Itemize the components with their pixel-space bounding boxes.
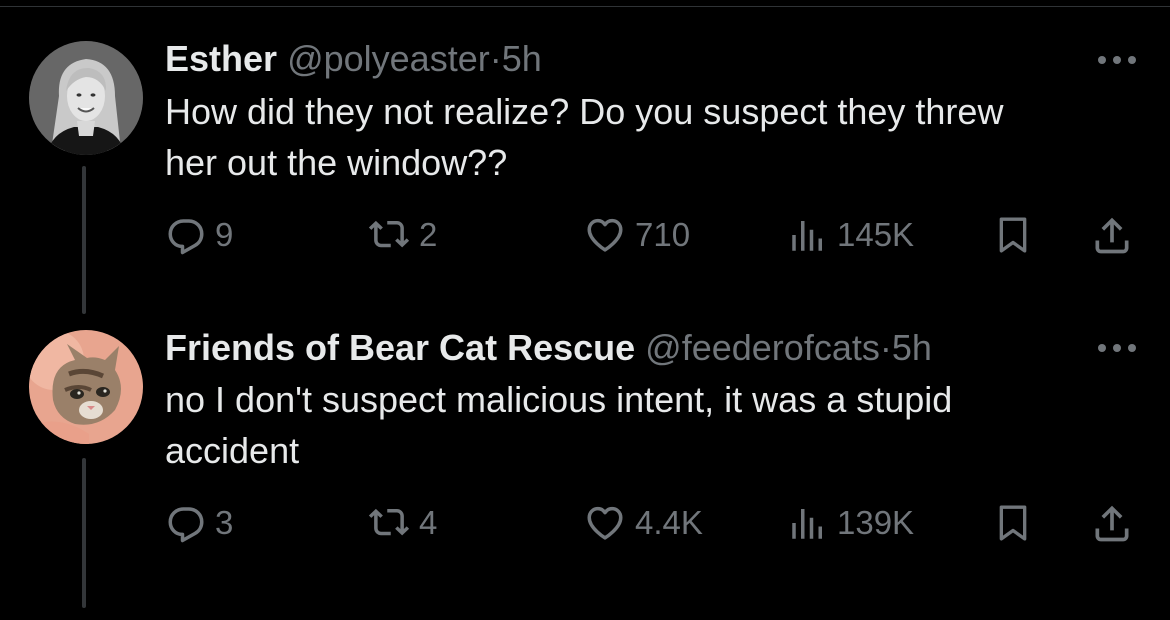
ellipsis-icon: [1098, 344, 1136, 352]
kitten-avatar-icon: [29, 330, 143, 444]
tweet-text-line: How did they not realize? Do you suspect…: [165, 91, 1004, 132]
tweet-text-line: accident: [165, 430, 300, 471]
tweet-text-line: her out the window??: [165, 142, 508, 183]
more-options-button[interactable]: [1092, 45, 1142, 75]
separator-dot: ·: [489, 38, 502, 79]
speech-bubble-icon: [168, 507, 204, 543]
ellipsis-icon: [1098, 56, 1136, 64]
avatar[interactable]: [29, 330, 143, 444]
share-button[interactable]: [1090, 500, 1134, 546]
like-count: 4.4K: [635, 504, 703, 541]
reply-count: 3: [215, 504, 234, 541]
timestamp[interactable]: 5h: [892, 327, 932, 368]
user-handle[interactable]: @feederofcats: [645, 327, 880, 368]
bookmark-button[interactable]: [993, 212, 1033, 258]
heart-icon: [587, 218, 623, 252]
tweet-text: no I don't suspect malicious intent, it …: [165, 374, 1125, 476]
tweet-header: Friends of Bear Cat Rescue @feederofcats…: [165, 326, 932, 370]
repost-arrows-icon: [368, 508, 410, 536]
bookmark-icon: [999, 217, 1027, 253]
tweet-esther[interactable]: Esther @polyeaster·5h How did they not r…: [0, 0, 1170, 320]
reply-button[interactable]: 3: [165, 500, 233, 546]
like-count: 710: [635, 216, 691, 253]
heart-icon: [587, 506, 623, 540]
thread-line: [82, 458, 86, 608]
woman-portrait-avatar-icon: [29, 41, 143, 155]
view-count: 145K: [837, 216, 915, 253]
avatar[interactable]: [29, 41, 143, 155]
like-button[interactable]: 710: [583, 212, 690, 258]
repost-arrows-icon: [368, 220, 410, 248]
tweet-text: How did they not realize? Do you suspect…: [165, 86, 1125, 188]
thread-line: [82, 166, 86, 314]
tweet-text-line: no I don't suspect malicious intent, it …: [165, 379, 953, 420]
bar-chart-icon: [792, 221, 822, 251]
separator-dot: ·: [879, 327, 892, 368]
view-count: 139K: [837, 504, 915, 541]
share-upload-icon: [1095, 217, 1129, 254]
reply-button[interactable]: 9: [165, 212, 233, 258]
timestamp[interactable]: 5h: [502, 38, 542, 79]
repost-count: 4: [419, 504, 438, 541]
speech-bubble-icon: [168, 219, 204, 255]
repost-count: 2: [419, 216, 438, 253]
user-handle[interactable]: @polyeaster: [287, 38, 490, 79]
tweet-header: Esther @polyeaster·5h: [165, 37, 542, 81]
action-bar: 3 4 4.4K 139K: [165, 500, 1145, 546]
like-button[interactable]: 4.4K: [583, 500, 703, 546]
bookmark-button[interactable]: [993, 500, 1033, 546]
repost-button[interactable]: 2: [367, 212, 437, 258]
bar-chart-icon: [792, 509, 822, 539]
display-name[interactable]: Esther: [165, 38, 277, 79]
repost-button[interactable]: 4: [367, 500, 437, 546]
tweet-friends-of-bear-cat-rescue[interactable]: Friends of Bear Cat Rescue @feederofcats…: [0, 320, 1170, 620]
share-button[interactable]: [1090, 212, 1134, 258]
views-button[interactable]: 145K: [787, 212, 914, 258]
reply-count: 9: [215, 216, 234, 253]
bookmark-icon: [999, 505, 1027, 541]
action-bar: 9 2 710 145K: [165, 212, 1145, 258]
views-button[interactable]: 139K: [787, 500, 914, 546]
more-options-button[interactable]: [1092, 333, 1142, 363]
display-name[interactable]: Friends of Bear Cat Rescue: [165, 327, 635, 368]
share-upload-icon: [1095, 505, 1129, 542]
